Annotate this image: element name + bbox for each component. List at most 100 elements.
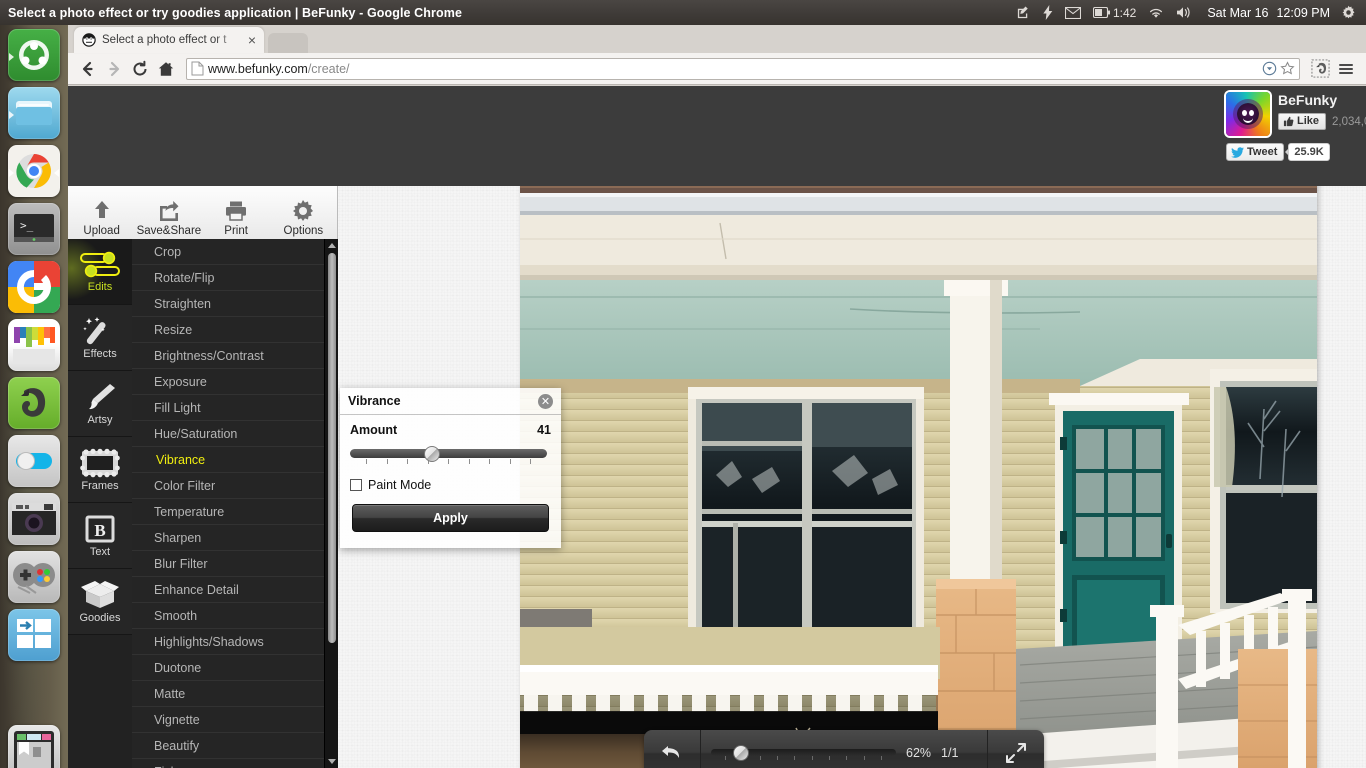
reload-button[interactable] — [128, 57, 152, 81]
launcher-item-files-icon[interactable] — [8, 87, 60, 139]
close-icon[interactable]: ✕ — [538, 393, 553, 409]
launcher-item-camera-icon[interactable] — [8, 493, 60, 545]
menu-item-color-filter[interactable]: Color Filter — [132, 473, 338, 499]
launcher-item-evernote-icon[interactable] — [8, 377, 60, 429]
compose-icon[interactable] — [1010, 0, 1037, 25]
scroll-up-arrow-icon[interactable] — [328, 243, 336, 248]
zoom-slider-handle[interactable] — [733, 745, 749, 761]
category-artsy[interactable]: Artsy — [68, 371, 132, 437]
menu-item-resize[interactable]: Resize — [132, 317, 338, 343]
menu-item-fisheye[interactable]: Fisheye — [132, 759, 338, 768]
menu-scrollbar[interactable] — [324, 239, 338, 768]
menu-item-smooth[interactable]: Smooth — [132, 603, 338, 629]
editor-canvas[interactable]: Vibrance ✕ Amount 41 Paint Mode Apply 62… — [338, 186, 1366, 768]
browser-tab[interactable]: Select a photo effect or t × — [74, 27, 264, 53]
launcher-item-bookmarks-icon[interactable] — [8, 725, 60, 768]
save-share-button[interactable]: Save&Share — [137, 198, 201, 239]
bookmarks-icon — [14, 731, 54, 768]
zoom-slider[interactable] — [711, 745, 896, 761]
like-count: 2,034,066 — [1332, 115, 1366, 128]
menu-item-sharpen[interactable]: Sharpen — [132, 525, 338, 551]
evernote-extension-icon[interactable] — [1308, 57, 1332, 81]
evernote-icon — [21, 388, 46, 417]
menu-item-blur-filter[interactable]: Blur Filter — [132, 551, 338, 577]
smiley-favicon — [82, 33, 96, 47]
menu-item-straighten[interactable]: Straighten — [132, 291, 338, 317]
tray-clock[interactable]: 12:09 PM — [1271, 6, 1335, 20]
menu-item-matte[interactable]: Matte — [132, 681, 338, 707]
volume-icon[interactable] — [1170, 0, 1199, 25]
menu-item-duotone[interactable]: Duotone — [132, 655, 338, 681]
svg-text:B: B — [94, 521, 105, 540]
menu-item-brightness-contrast[interactable]: Brightness/Contrast — [132, 343, 338, 369]
chrome-window: Select a photo effect or t × www.befunky… — [68, 25, 1366, 768]
undo-button[interactable] — [644, 730, 701, 768]
fullscreen-button[interactable] — [987, 730, 1044, 768]
facebook-like-button[interactable]: Like — [1278, 113, 1327, 130]
launcher-item-google-icon[interactable] — [8, 261, 60, 313]
forward-button[interactable] — [102, 57, 126, 81]
back-button[interactable] — [76, 57, 100, 81]
launcher-item-toggle-icon[interactable] — [8, 435, 60, 487]
share-icon — [159, 201, 179, 221]
category-goodies[interactable]: Goodies — [68, 569, 132, 635]
launcher-item-terminal-icon[interactable]: >_ — [8, 203, 60, 255]
launcher-item-ubuntu-dash-icon[interactable] — [8, 29, 60, 81]
menu-item-fill-light[interactable]: Fill Light — [132, 395, 338, 421]
slider-handle[interactable] — [424, 446, 440, 462]
tray-date[interactable]: Sat Mar 16 — [1199, 6, 1271, 20]
new-tab-button[interactable] — [268, 33, 308, 53]
mail-icon[interactable] — [1059, 0, 1087, 25]
print-button[interactable]: Print — [204, 198, 268, 239]
gear-icon[interactable] — [1335, 0, 1362, 25]
chrome-menu-icon[interactable] — [1334, 57, 1358, 81]
terminal-icon: >_ — [14, 214, 54, 242]
category-rail: Edits Effects Artsy Frames B Text Goodie… — [68, 239, 132, 768]
menu-item-enhance-detail[interactable]: Enhance Detail — [132, 577, 338, 603]
home-button[interactable] — [154, 57, 178, 81]
tab-close-button[interactable]: × — [246, 33, 258, 47]
options-button[interactable]: Options — [271, 198, 335, 239]
menu-item-crop[interactable]: Crop — [132, 239, 338, 265]
twitter-tweet-button[interactable]: Tweet — [1226, 143, 1285, 161]
games-icon — [13, 563, 55, 594]
category-edits[interactable]: Edits — [68, 239, 132, 305]
apply-button[interactable]: Apply — [352, 504, 549, 532]
launcher-item-google-chrome-icon[interactable] — [8, 145, 60, 197]
battery-time: 1:42 — [1112, 5, 1137, 20]
menu-item-vibrance[interactable]: Vibrance — [132, 447, 338, 473]
paint-mode-checkbox[interactable]: Paint Mode — [350, 478, 551, 492]
unity-top-panel: Select a photo effect or try goodies app… — [0, 0, 1366, 25]
amount-slider[interactable] — [350, 446, 551, 464]
bolt-icon[interactable] — [1037, 0, 1059, 25]
battery-icon[interactable]: 1:42 — [1087, 0, 1142, 25]
print-label: Print — [224, 225, 248, 237]
checkbox-box[interactable] — [350, 479, 362, 491]
photo-image[interactable] — [520, 186, 1317, 768]
menu-item-hue-saturation[interactable]: Hue/Saturation — [132, 421, 338, 447]
category-text[interactable]: B Text — [68, 503, 132, 569]
menu-item-rotate-flip[interactable]: Rotate/Flip — [132, 265, 338, 291]
bold-b-icon: B — [85, 515, 115, 542]
category-text-label: Text — [89, 545, 111, 558]
save-share-label: Save&Share — [136, 225, 202, 237]
address-bar[interactable]: www.befunky.com/create/ — [186, 57, 1300, 80]
dropdown-icon[interactable] — [1262, 61, 1277, 76]
menu-item-beautify[interactable]: Beautify — [132, 733, 338, 759]
bookmark-star-icon[interactable] — [1280, 61, 1295, 76]
wifi-icon[interactable] — [1142, 0, 1170, 25]
menu-item-temperature[interactable]: Temperature — [132, 499, 338, 525]
menu-item-highlights-shadows[interactable]: Highlights/Shadows — [132, 629, 338, 655]
launcher-item-games-icon[interactable] — [8, 551, 60, 603]
scroll-down-arrow-icon[interactable] — [328, 759, 336, 764]
edits-menu-list: Crop Rotate/Flip Straighten Resize Brightnes… — [132, 239, 338, 768]
menu-item-vignette[interactable]: Vignette — [132, 707, 338, 733]
scrollbar-thumb[interactable] — [328, 253, 336, 643]
vibrance-dialog[interactable]: Vibrance ✕ Amount 41 Paint Mode Apply — [340, 388, 561, 548]
launcher-item-workspace-switcher-icon[interactable] — [8, 609, 60, 661]
category-effects[interactable]: Effects — [68, 305, 132, 371]
category-frames[interactable]: Frames — [68, 437, 132, 503]
menu-item-exposure[interactable]: Exposure — [132, 369, 338, 395]
launcher-item-paint-icon[interactable] — [8, 319, 60, 371]
upload-button[interactable]: Upload — [70, 198, 134, 239]
